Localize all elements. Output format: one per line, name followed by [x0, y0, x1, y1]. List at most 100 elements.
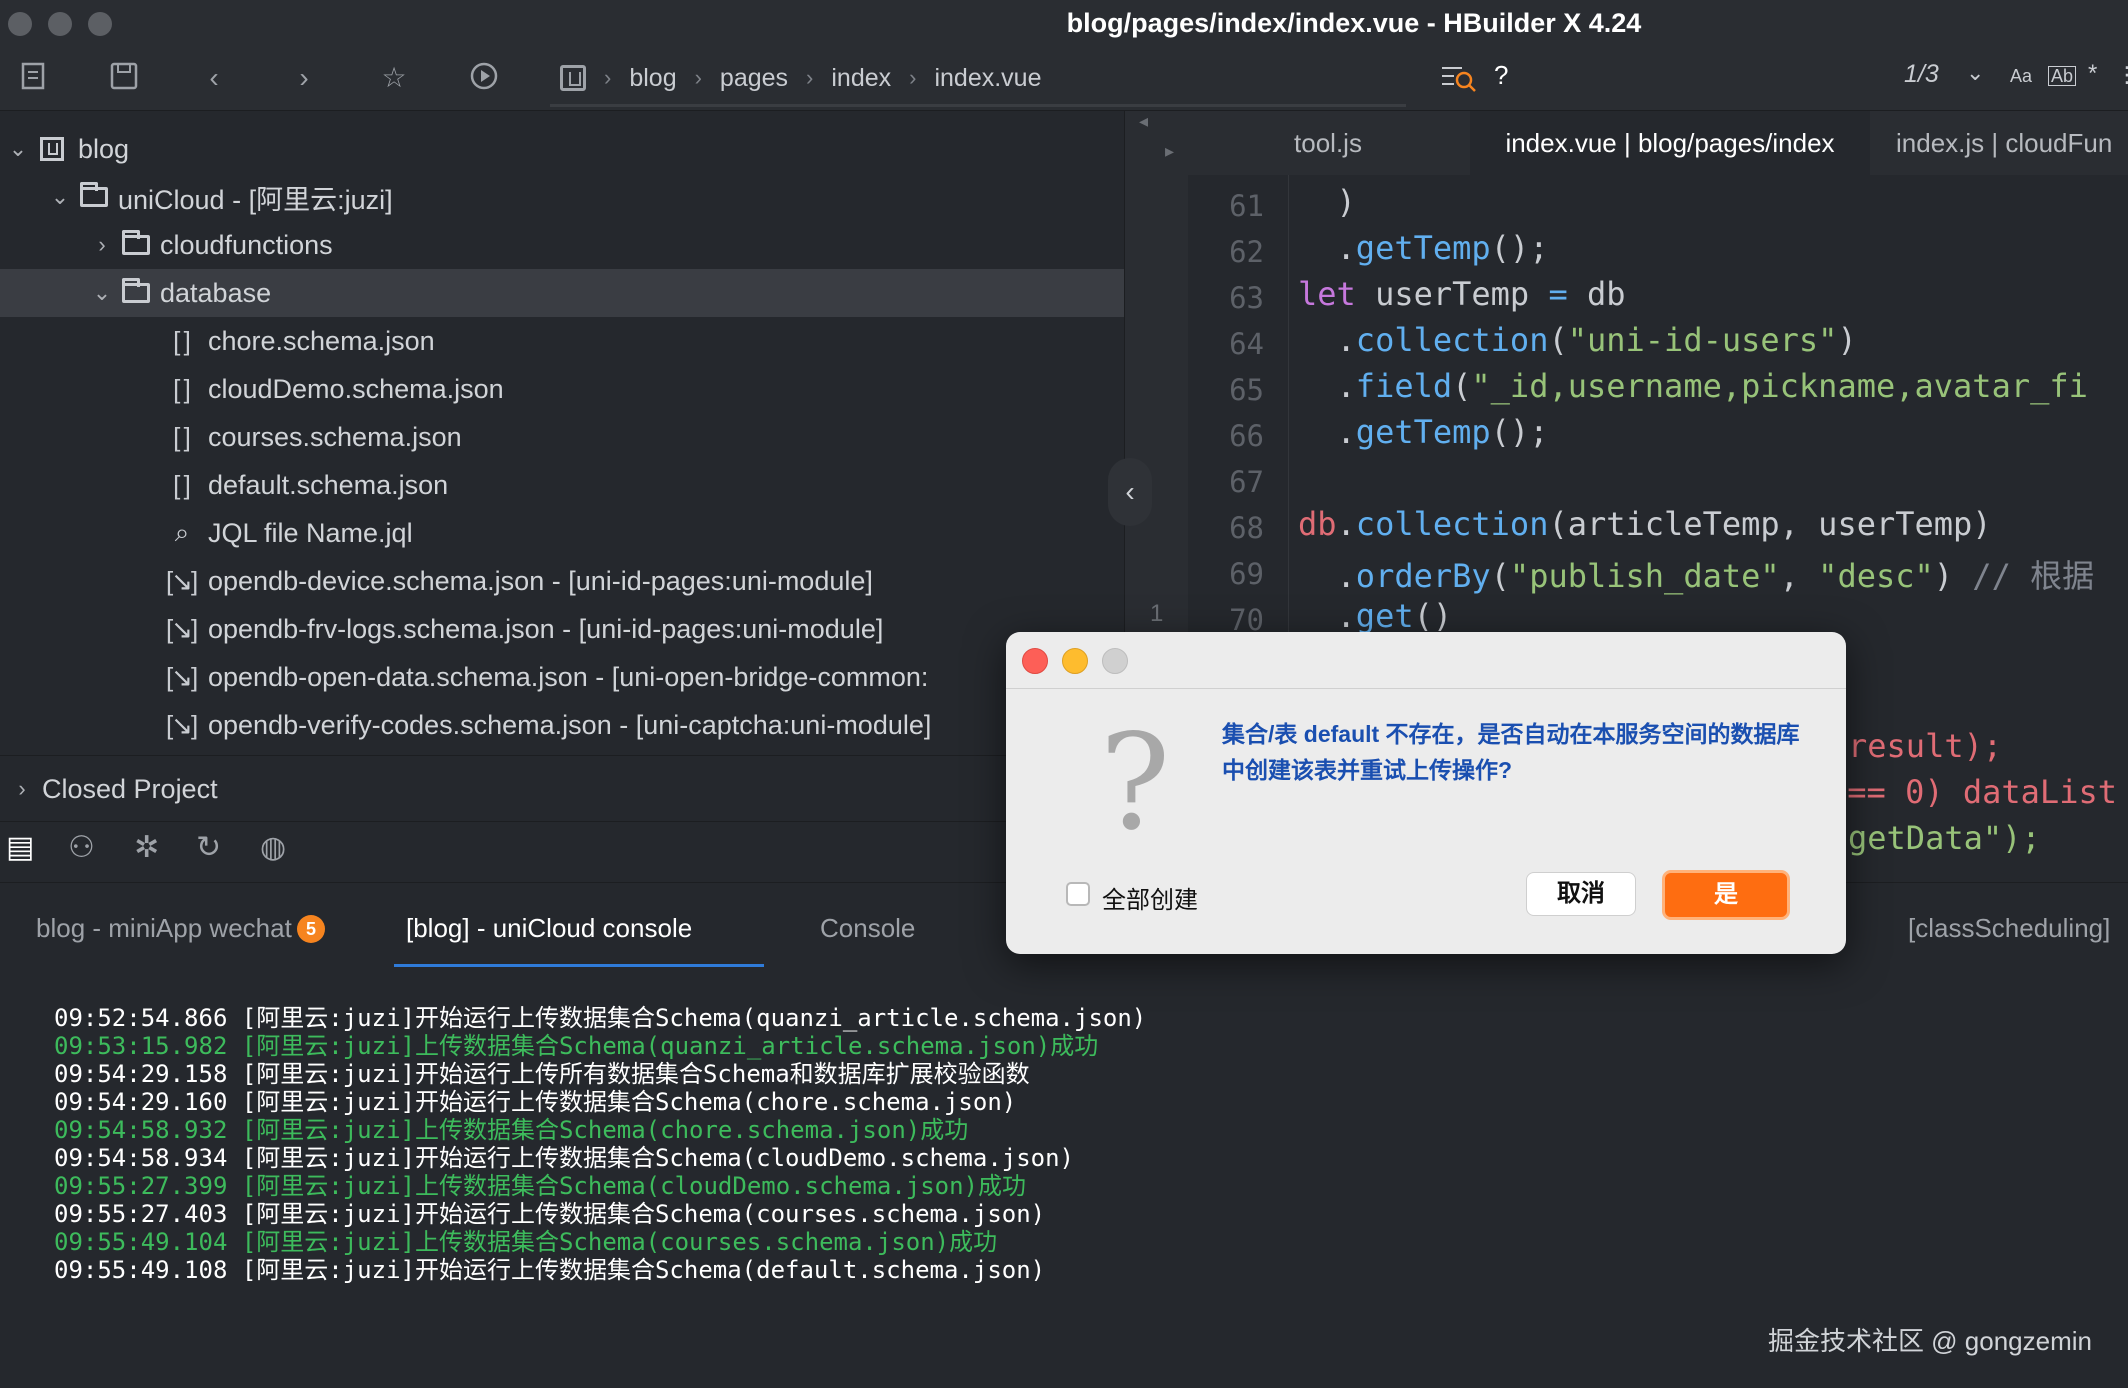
tab-miniapp-wechat[interactable]: blog - miniApp wechat [36, 913, 292, 944]
create-all-checkbox[interactable] [1066, 882, 1090, 906]
line-number: 61 [1229, 189, 1264, 223]
tree-item-label: blog [78, 133, 130, 164]
more-icon[interactable]: ⋮ [2116, 62, 2128, 88]
tree-item-file[interactable]: [ ] default.schema.json [0, 461, 1124, 509]
run-icon[interactable] [466, 60, 502, 96]
code-line: ) [1298, 183, 1356, 221]
tree-item-cloudfunctions[interactable]: › cloudfunctions [0, 221, 1124, 269]
binoculars-icon[interactable]: ⚇ [68, 830, 95, 865]
tree-item-file[interactable]: [ ] courses.schema.json [0, 413, 1124, 461]
code-line: .field("_id,username,pickname,avatar_fi [1298, 367, 2088, 405]
tree-item-file[interactable]: [↘] opendb-open-data.schema.json - [uni-… [0, 653, 1124, 701]
code-line: let userTemp = db [1298, 275, 1626, 313]
save-icon[interactable] [106, 60, 142, 96]
code-line: result); [1848, 727, 2003, 765]
tree-item-file[interactable]: [ ] cloudDemo.schema.json [0, 365, 1124, 413]
json-file-icon: [ ] [173, 469, 191, 500]
chevron-down-icon[interactable]: ⌄ [90, 280, 114, 306]
tab-classscheduling[interactable]: [classScheduling] [1908, 913, 2110, 944]
closed-project-label: Closed Project [42, 773, 218, 804]
line-number: 64 [1229, 327, 1264, 361]
code-line: getData"); [1848, 819, 2041, 857]
tab-index-vue[interactable]: index.vue | blog/pages/index [1470, 111, 1870, 175]
refresh-icon[interactable]: ↻ [196, 830, 221, 865]
title-bar: blog/pages/index/index.vue - HBuilder X … [0, 0, 2128, 46]
forward-icon[interactable]: › [286, 60, 322, 96]
project-icon [40, 137, 64, 161]
cloud-icon[interactable]: ◍ [260, 830, 286, 865]
debug-icon[interactable]: ✲ [134, 830, 159, 865]
tree-item-file[interactable]: [↘] opendb-verify-codes.schema.json - [u… [0, 701, 1124, 749]
yes-button[interactable]: 是 [1662, 870, 1790, 920]
tree-item-label: default.schema.json [208, 469, 449, 500]
line-number: 67 [1229, 465, 1264, 499]
json-file-icon: [ ] [173, 325, 191, 356]
linked-json-file-icon: [↘] [166, 661, 198, 692]
chevron-down-icon[interactable]: ⌄ [6, 136, 30, 162]
chevron-right-icon: › [604, 65, 612, 90]
closed-project-section[interactable]: › Closed Project [0, 755, 1124, 822]
linked-json-file-icon: [↘] [166, 613, 198, 644]
code-line: .collection("uni-id-users") [1298, 321, 1857, 359]
json-file-icon: [ ] [173, 373, 191, 404]
tree-item-file[interactable]: ⌕ JQL file Name.jql [0, 509, 1124, 557]
code-line: .orderBy("publish_date", "desc") // 根据 [1298, 557, 2095, 595]
chevron-down-icon[interactable]: ⌄ [48, 184, 72, 210]
tree-item-unicloud[interactable]: ⌄ uniCloud - [阿里云:juzi] [0, 173, 1124, 221]
breadcrumb-item-file[interactable]: index.vue [934, 64, 1041, 93]
code-line: === 0) dataList [1828, 773, 2117, 811]
code-line: .getTemp(); [1298, 413, 1549, 451]
dialog-close-button[interactable] [1022, 648, 1048, 674]
chevron-down-icon[interactable]: ⌄ [1966, 60, 1984, 86]
tree-item-label: uniCloud - [阿里云:juzi] [118, 184, 393, 215]
line-number: 63 [1229, 281, 1264, 315]
line-number: 68 [1229, 511, 1264, 545]
tree-item-label: chore.schema.json [208, 325, 435, 356]
caret-right-icon[interactable]: ▸ [1165, 141, 1174, 162]
confirm-dialog: ? 集合/表 default 不存在，是否自动在本服务空间的数据库中创建该表并重… [1006, 632, 1846, 954]
tree-item-database[interactable]: ⌄ database [0, 269, 1124, 317]
caret-left-icon[interactable]: ◂ [1139, 111, 1148, 132]
tab-unicloud-console[interactable]: [blog] - uniCloud console [406, 913, 692, 944]
breadcrumb-item-index[interactable]: index [831, 64, 891, 93]
tree-item-label: cloudDemo.schema.json [208, 373, 504, 404]
tab-console[interactable]: Console [820, 913, 915, 944]
folder-icon [122, 230, 150, 255]
line-number: 65 [1229, 373, 1264, 407]
tab-tool-js[interactable]: tool.js [1188, 111, 1468, 175]
project-panel-icon[interactable]: ▤ [6, 830, 34, 865]
linked-json-file-icon: [↘] [166, 709, 198, 740]
find-help-button[interactable]: ? [1494, 60, 1508, 91]
folder-open-icon [80, 182, 108, 207]
tree-item-label: opendb-frv-logs.schema.json - [uni-id-pa… [208, 613, 884, 644]
dialog-minimize-button[interactable] [1062, 648, 1088, 674]
tree-item-file[interactable]: [ ] chore.schema.json [0, 317, 1124, 365]
create-all-label[interactable]: 全部创建 [1102, 880, 1198, 915]
breadcrumb-item-pages[interactable]: pages [720, 64, 788, 93]
line-number: 69 [1229, 557, 1264, 591]
chevron-right-icon[interactable]: › [10, 776, 34, 802]
dialog-zoom-button [1102, 648, 1128, 674]
chevron-right-icon: › [806, 65, 814, 90]
match-word-toggle[interactable]: Ab [2048, 66, 2077, 86]
find-icon[interactable] [1440, 62, 1480, 98]
tree-item-label: opendb-device.schema.json - [uni-id-page… [208, 565, 873, 596]
regex-toggle[interactable]: * [2088, 60, 2097, 88]
collapse-sidebar-button[interactable]: ‹ [1108, 458, 1152, 526]
star-icon[interactable]: ☆ [376, 60, 412, 96]
tree-item-file[interactable]: [↘] opendb-device.schema.json - [uni-id-… [0, 557, 1124, 605]
watermark: 掘金技术社区 @ gongzemin [1767, 1326, 2092, 1356]
linked-json-file-icon: [↘] [166, 565, 198, 596]
tree-item-label: cloudfunctions [160, 229, 333, 260]
breadcrumb: › blog › pages › index › index.vue [560, 60, 1042, 96]
editor-tab-bar: tool.js index.vue | blog/pages/index ind… [1188, 111, 2128, 175]
cancel-button[interactable]: 取消 [1526, 872, 1636, 916]
tree-item-file[interactable]: [↘] opendb-frv-logs.schema.json - [uni-i… [0, 605, 1124, 653]
match-case-toggle[interactable]: Aa [2010, 66, 2032, 87]
chevron-right-icon[interactable]: › [90, 232, 114, 258]
back-icon[interactable]: ‹ [196, 60, 232, 96]
tab-index-js[interactable]: index.js | cloudFun [1886, 111, 2128, 175]
new-file-icon[interactable] [16, 60, 52, 96]
tree-item-blog[interactable]: ⌄ blog [0, 125, 1112, 173]
breadcrumb-item-blog[interactable]: blog [629, 64, 676, 93]
